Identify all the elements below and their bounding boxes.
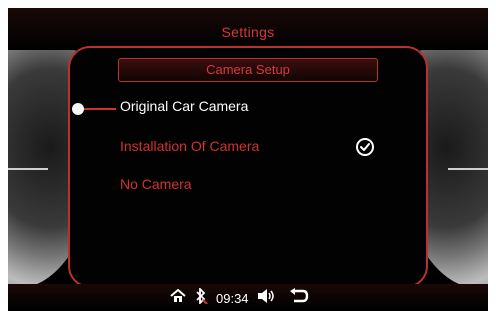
screen: Settings Camera Setup Original Car Camer…: [8, 8, 488, 311]
option-no-camera[interactable]: No Camera: [8, 172, 488, 196]
option-installation-of-camera[interactable]: Installation Of Camera: [8, 134, 488, 158]
option-label: Installation Of Camera: [120, 138, 260, 154]
home-icon[interactable]: [170, 288, 186, 308]
status-bar: 09:34: [8, 284, 488, 311]
camera-setup-title: Camera Setup: [206, 62, 290, 77]
camera-setup-panel: Camera Setup: [68, 46, 428, 288]
speaker-icon[interactable]: [257, 288, 275, 309]
page-title: Settings: [221, 24, 275, 40]
checkmark-icon: [356, 138, 374, 156]
back-icon[interactable]: [289, 287, 309, 309]
option-label: No Camera: [120, 176, 192, 192]
option-label: Original Car Camera: [120, 98, 249, 114]
camera-setup-header: Camera Setup: [118, 58, 378, 82]
bluetooth-off-icon[interactable]: [194, 286, 208, 309]
clock: 09:34: [216, 290, 249, 306]
header-bar: Settings: [8, 8, 488, 50]
right-side-line: [448, 168, 488, 170]
left-side-line: [8, 168, 48, 170]
status-icons: 09:34: [170, 286, 309, 309]
option-original-car-camera[interactable]: Original Car Camera: [8, 94, 488, 118]
